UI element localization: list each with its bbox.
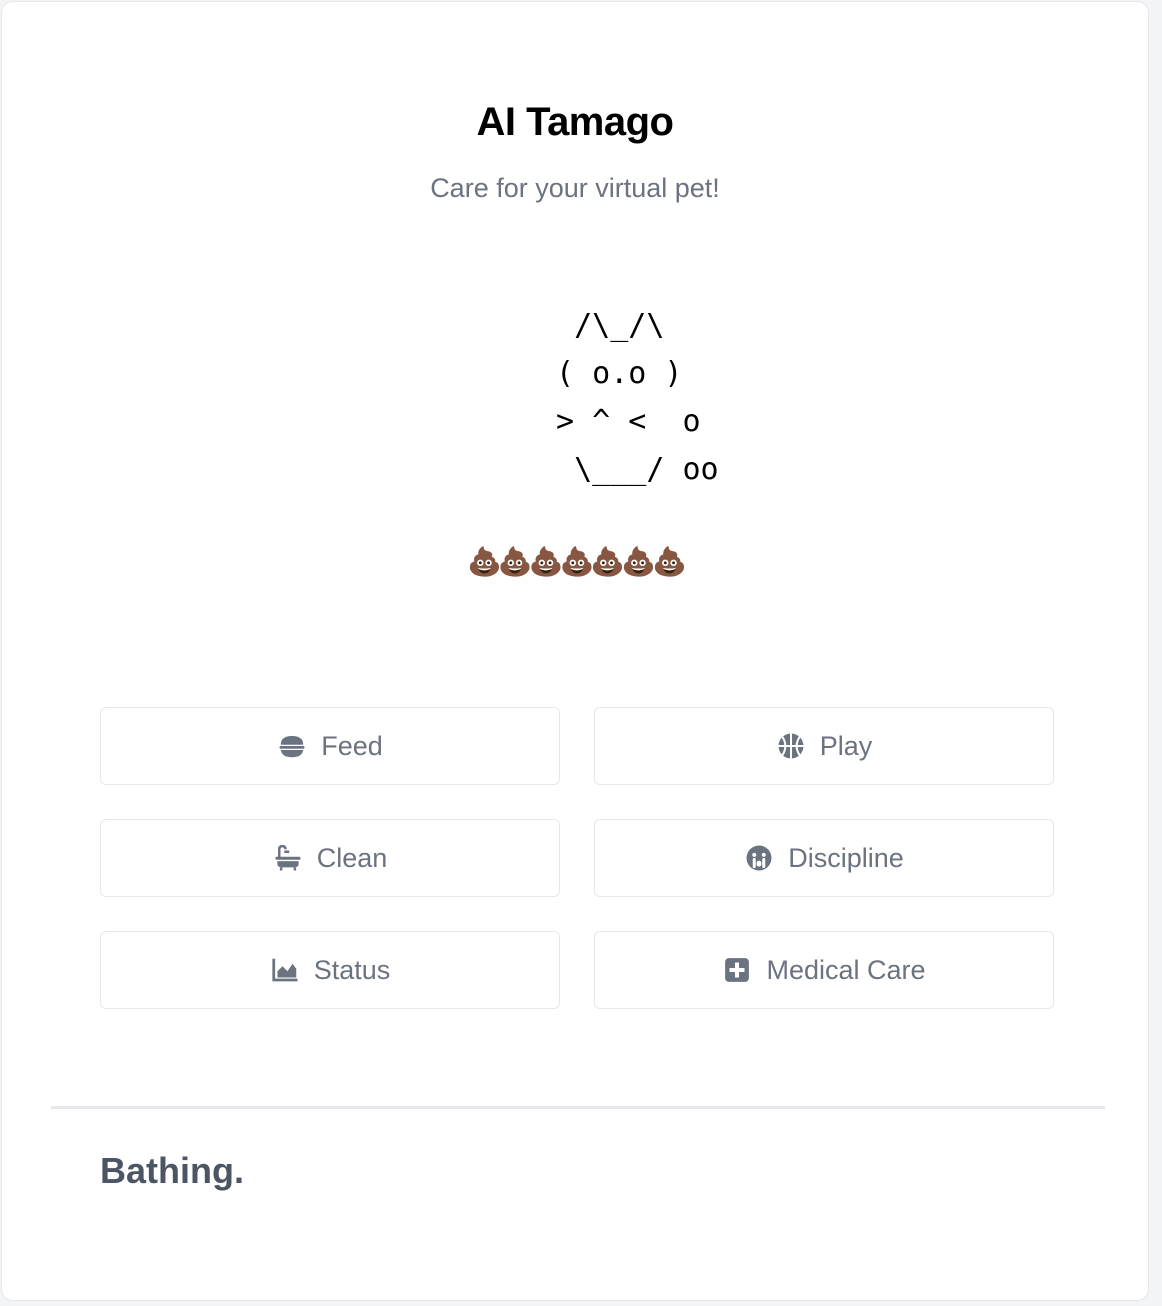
- food-bowl-icon: [277, 731, 307, 761]
- poop-indicator: 💩💩💩💩💩💩💩: [466, 546, 687, 577]
- feed-button[interactable]: Feed: [100, 707, 560, 785]
- discipline-button[interactable]: Discipline: [594, 819, 1054, 897]
- basketball-icon: [776, 731, 806, 761]
- status-button[interactable]: Status: [100, 931, 560, 1009]
- area-chart-icon: [270, 955, 300, 985]
- medical-care-button-label: Medical Care: [766, 954, 926, 985]
- page-subtitle: Care for your virtual pet!: [430, 173, 720, 203]
- medical-care-button[interactable]: Medical Care: [594, 931, 1054, 1009]
- page-title: AI Tamago: [476, 100, 674, 144]
- tamago-card: AI Tamago Care for your virtual pet! /\_…: [1, 1, 1149, 1301]
- pet-ascii-art: /\_/\ ( o.o ) > ^ < o \___/ oo: [556, 308, 719, 487]
- status-button-label: Status: [313, 954, 391, 985]
- medical-plus-icon: [722, 955, 752, 985]
- play-button-label: Play: [819, 730, 873, 761]
- sad-cry-face-icon: [744, 843, 774, 873]
- feed-button-label: Feed: [321, 730, 383, 761]
- play-button[interactable]: Play: [594, 707, 1054, 785]
- clean-button[interactable]: Clean: [100, 819, 560, 897]
- discipline-button-label: Discipline: [788, 842, 904, 873]
- divider: [51, 1106, 1105, 1109]
- status-message: Bathing.: [100, 1150, 244, 1191]
- clean-button-label: Clean: [316, 842, 388, 873]
- bath-icon: [273, 843, 303, 873]
